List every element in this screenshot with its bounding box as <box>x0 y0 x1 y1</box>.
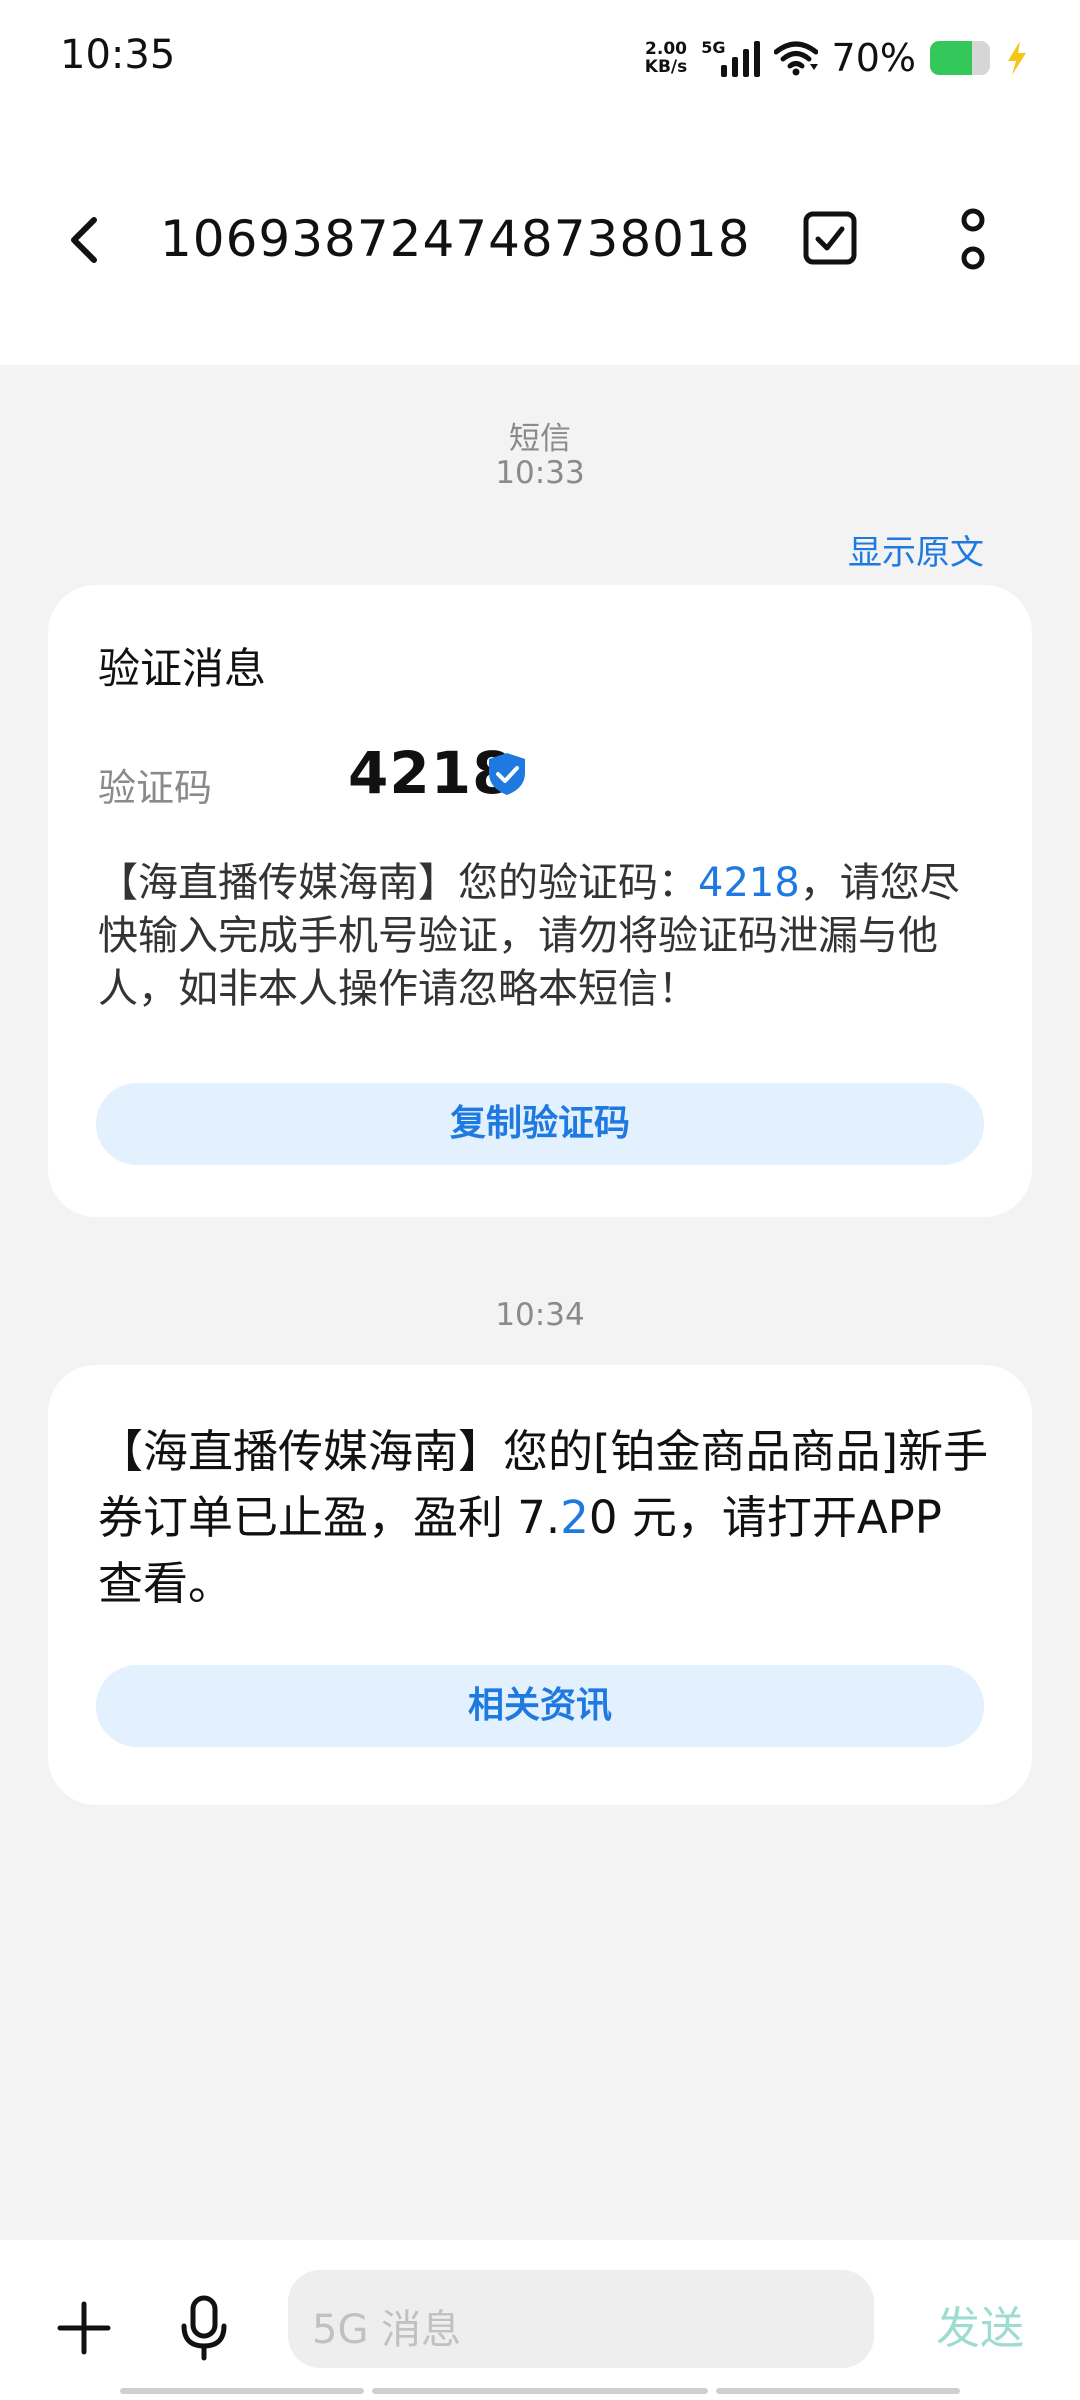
message-timestamp: 10:33 <box>495 455 585 491</box>
navigation-bar-segment <box>716 2388 960 2394</box>
verified-shield-icon <box>489 753 525 795</box>
send-button[interactable]: 发送 <box>936 2292 1024 2356</box>
charging-icon <box>1008 41 1026 75</box>
network-speed: 2.00 KB/s <box>645 40 687 76</box>
message-input[interactable]: 5G 消息 <box>288 2270 874 2368</box>
wifi-icon <box>773 41 818 76</box>
code-label: 验证码 <box>98 766 213 810</box>
battery-percent: 70% <box>831 36 916 80</box>
network-speed-value: 2.00 <box>645 39 687 59</box>
signal-label: 5G <box>701 38 726 57</box>
inline-code-link[interactable]: 4218 <box>698 860 800 906</box>
notification-message-card[interactable]: 【海直播传媒海南】您的[铂金商品商品]新手券订单已止盈，盈利 7.20 元，请打… <box>48 1365 1032 1805</box>
message-type-label: 短信 <box>509 421 571 457</box>
related-news-button[interactable]: 相关资讯 <box>96 1665 984 1747</box>
message-body: 【海直播传媒海南】您的验证码：4218，请您尽快输入完成手机号验证，请勿将验证码… <box>98 860 960 1012</box>
status-icons: 2.00 KB/s 5G 70% <box>645 36 1030 80</box>
copy-code-button[interactable]: 复制验证码 <box>96 1083 984 1165</box>
status-bar: 10:35 2.00 KB/s 5G 70% <box>0 0 1080 120</box>
cellular-signal-icon: 5G <box>701 38 760 77</box>
chevron-left-icon[interactable] <box>58 212 114 268</box>
microphone-icon[interactable] <box>176 2294 232 2364</box>
battery-icon <box>930 41 990 75</box>
checkbox-icon[interactable] <box>802 210 858 266</box>
message-body: 【海直播传媒海南】您的[铂金商品商品]新手券订单已止盈，盈利 7.20 元，请打… <box>98 1425 989 1610</box>
verification-message-card[interactable]: 验证消息 验证码 4218 【海直播传媒海南】您的验证码：4218，请您尽快输入… <box>48 585 1032 1217</box>
card-title: 验证消息 <box>98 644 267 693</box>
plus-icon[interactable] <box>56 2300 112 2356</box>
network-speed-unit: KB/s <box>644 57 688 77</box>
message-input-placeholder: 5G 消息 <box>312 2307 462 2353</box>
navigation-bar-segment <box>372 2388 708 2394</box>
status-time: 10:35 <box>60 32 176 78</box>
navigation-bar-segment <box>120 2388 364 2394</box>
show-original-link[interactable]: 显示原文 <box>848 525 984 574</box>
conversation-header: 106938724748738018 <box>0 120 1080 365</box>
message-timestamp: 10:34 <box>495 1297 585 1333</box>
more-vertical-icon[interactable] <box>945 206 1001 276</box>
composer-bar: 5G 消息 发送 <box>0 2240 1080 2400</box>
contact-title: 106938724748738018 <box>160 210 751 268</box>
